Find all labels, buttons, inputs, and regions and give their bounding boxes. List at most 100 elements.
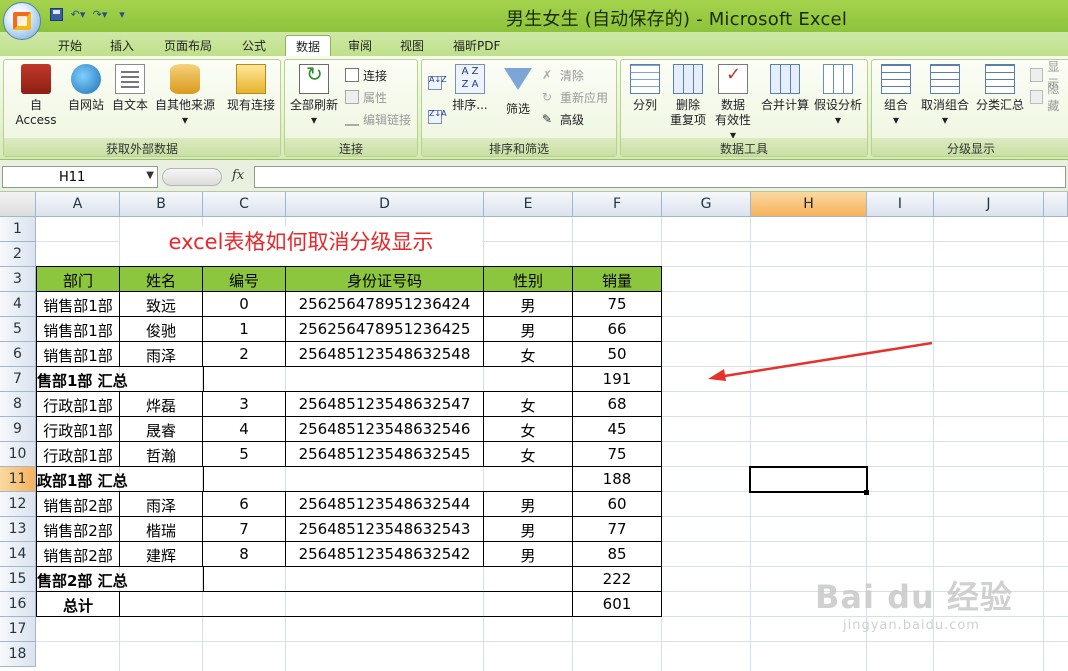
- cell-a11[interactable]: 政部1部 汇总: [37, 467, 203, 492]
- cell-e13[interactable]: 男: [484, 517, 573, 542]
- cell-c4[interactable]: 0: [203, 292, 286, 317]
- row-header-10[interactable]: 10: [0, 442, 36, 467]
- name-box[interactable]: H11 ▼: [2, 166, 158, 188]
- clear-filter-button[interactable]: ✗ 清除: [542, 66, 584, 84]
- sort-descending-button[interactable]: Z↓A: [428, 108, 447, 126]
- cell-b13[interactable]: 楷瑞: [120, 517, 203, 542]
- row-header-7[interactable]: 7: [0, 367, 36, 392]
- active-cell-h11[interactable]: [749, 466, 868, 493]
- tab-data[interactable]: 数据: [285, 35, 332, 56]
- cell-e4[interactable]: 男: [484, 292, 573, 317]
- formula-input[interactable]: [254, 166, 1066, 188]
- cell-a12[interactable]: 销售部2部: [37, 492, 120, 517]
- row-header-11[interactable]: 11: [0, 467, 36, 492]
- cell-c8[interactable]: 3: [203, 392, 286, 417]
- existing-connections-button[interactable]: 现有连接: [224, 64, 278, 113]
- cell-c5[interactable]: 1: [203, 317, 286, 342]
- cell-b9[interactable]: 晟睿: [120, 417, 203, 442]
- row-header-3[interactable]: 3: [0, 267, 36, 292]
- row-header-1[interactable]: 1: [0, 217, 36, 242]
- cell-c10[interactable]: 5: [203, 442, 286, 467]
- cell-a15[interactable]: 售部2部 汇总: [37, 567, 203, 592]
- cell-a13[interactable]: 销售部2部: [37, 517, 120, 542]
- cell-f5[interactable]: 66: [573, 317, 662, 342]
- cell-b6[interactable]: 雨泽: [120, 342, 203, 367]
- cell-c12[interactable]: 6: [203, 492, 286, 517]
- row-header-6[interactable]: 6: [0, 342, 36, 367]
- cell-e14[interactable]: 男: [484, 542, 573, 567]
- from-web-button[interactable]: 自网站: [66, 64, 106, 113]
- cell-d10[interactable]: 256485123548632545: [286, 442, 484, 467]
- column-header-g[interactable]: G: [662, 192, 751, 217]
- row-header-2[interactable]: 2: [0, 242, 36, 267]
- data-validation-button[interactable]: 数据 有效性 ▾: [711, 64, 755, 143]
- cell-d4[interactable]: 256256478951236424: [286, 292, 484, 317]
- filter-button[interactable]: 筛选: [500, 64, 536, 117]
- row-header-4[interactable]: 4: [0, 292, 36, 317]
- column-header-d[interactable]: D: [286, 192, 484, 217]
- cell-a5[interactable]: 销售部1部: [37, 317, 120, 342]
- text-to-columns-button[interactable]: 分列: [627, 64, 663, 113]
- column-header-i[interactable]: I: [867, 192, 934, 217]
- cell-b5[interactable]: 俊驰: [120, 317, 203, 342]
- from-other-sources-button[interactable]: 自其他来源 ▾: [152, 64, 218, 128]
- cell-e12[interactable]: 男: [484, 492, 573, 517]
- cell-f16[interactable]: 601: [573, 592, 662, 617]
- fill-handle[interactable]: [864, 490, 869, 495]
- cell-d6[interactable]: 256485123548632548: [286, 342, 484, 367]
- header-dept[interactable]: 部门: [37, 267, 120, 292]
- tab-page-layout[interactable]: 页面布局: [154, 35, 222, 56]
- customize-qat-icon[interactable]: ▾: [114, 6, 130, 22]
- sort-ascending-button[interactable]: A↓Z: [428, 74, 447, 92]
- cell-d9[interactable]: 256485123548632546: [286, 417, 484, 442]
- column-header-a[interactable]: A: [36, 192, 120, 217]
- cell-d13[interactable]: 256485123548632543: [286, 517, 484, 542]
- worksheet[interactable]: A B C D E F G H I J 1 2 3 4 5 6 7 8 9 10…: [0, 192, 1068, 671]
- chevron-down-icon[interactable]: ▼: [146, 170, 154, 181]
- cell-c14[interactable]: 8: [203, 542, 286, 567]
- cell-c13[interactable]: 7: [203, 517, 286, 542]
- cell-a6[interactable]: 销售部1部: [37, 342, 120, 367]
- header-name[interactable]: 姓名: [120, 267, 203, 292]
- undo-icon[interactable]: ↶▾: [70, 6, 86, 22]
- cell-b12[interactable]: 雨泽: [120, 492, 203, 517]
- cell-c9[interactable]: 4: [203, 417, 286, 442]
- row-header-14[interactable]: 14: [0, 542, 36, 567]
- tab-review[interactable]: 审阅: [338, 35, 382, 56]
- cell-f15[interactable]: 222: [573, 567, 662, 592]
- redo-icon[interactable]: ↷▾: [92, 6, 108, 22]
- cell-a9[interactable]: 行政部1部: [37, 417, 120, 442]
- from-access-button[interactable]: 自 Access: [8, 64, 64, 128]
- column-header-f[interactable]: F: [573, 192, 662, 217]
- tab-home[interactable]: 开始: [48, 35, 92, 56]
- column-header-b[interactable]: B: [120, 192, 203, 217]
- cell-f11[interactable]: 188: [573, 467, 662, 492]
- column-header-j[interactable]: J: [934, 192, 1044, 217]
- cell-a16[interactable]: 总计: [37, 592, 120, 617]
- tab-formulas[interactable]: 公式: [232, 35, 276, 56]
- cell-a7[interactable]: 售部1部 汇总: [37, 367, 203, 392]
- row-header-5[interactable]: 5: [0, 317, 36, 342]
- ungroup-button[interactable]: 取消组合 ▾: [918, 64, 972, 128]
- office-button[interactable]: [3, 2, 41, 40]
- tab-view[interactable]: 视图: [390, 35, 434, 56]
- cell-e5[interactable]: 男: [484, 317, 573, 342]
- cell-a4[interactable]: 销售部1部: [37, 292, 120, 317]
- refresh-all-button[interactable]: 全部刷新▾: [287, 64, 341, 128]
- cell-f14[interactable]: 85: [573, 542, 662, 567]
- cell-b10[interactable]: 哲瀚: [120, 442, 203, 467]
- row-header-8[interactable]: 8: [0, 392, 36, 417]
- subtotal-button[interactable]: 分类汇总: [974, 64, 1026, 113]
- cell-f13[interactable]: 77: [573, 517, 662, 542]
- insert-function-icon[interactable]: fx: [232, 168, 244, 183]
- cell-b4[interactable]: 致远: [120, 292, 203, 317]
- cell-a14[interactable]: 销售部2部: [37, 542, 120, 567]
- save-icon[interactable]: [48, 6, 64, 22]
- row-header-17[interactable]: 17: [0, 617, 36, 642]
- select-all-corner[interactable]: [0, 192, 36, 217]
- row-header-12[interactable]: 12: [0, 492, 36, 517]
- cell-c6[interactable]: 2: [203, 342, 286, 367]
- cell-e9[interactable]: 女: [484, 417, 573, 442]
- column-header-e[interactable]: E: [484, 192, 573, 217]
- cell-d12[interactable]: 256485123548632544: [286, 492, 484, 517]
